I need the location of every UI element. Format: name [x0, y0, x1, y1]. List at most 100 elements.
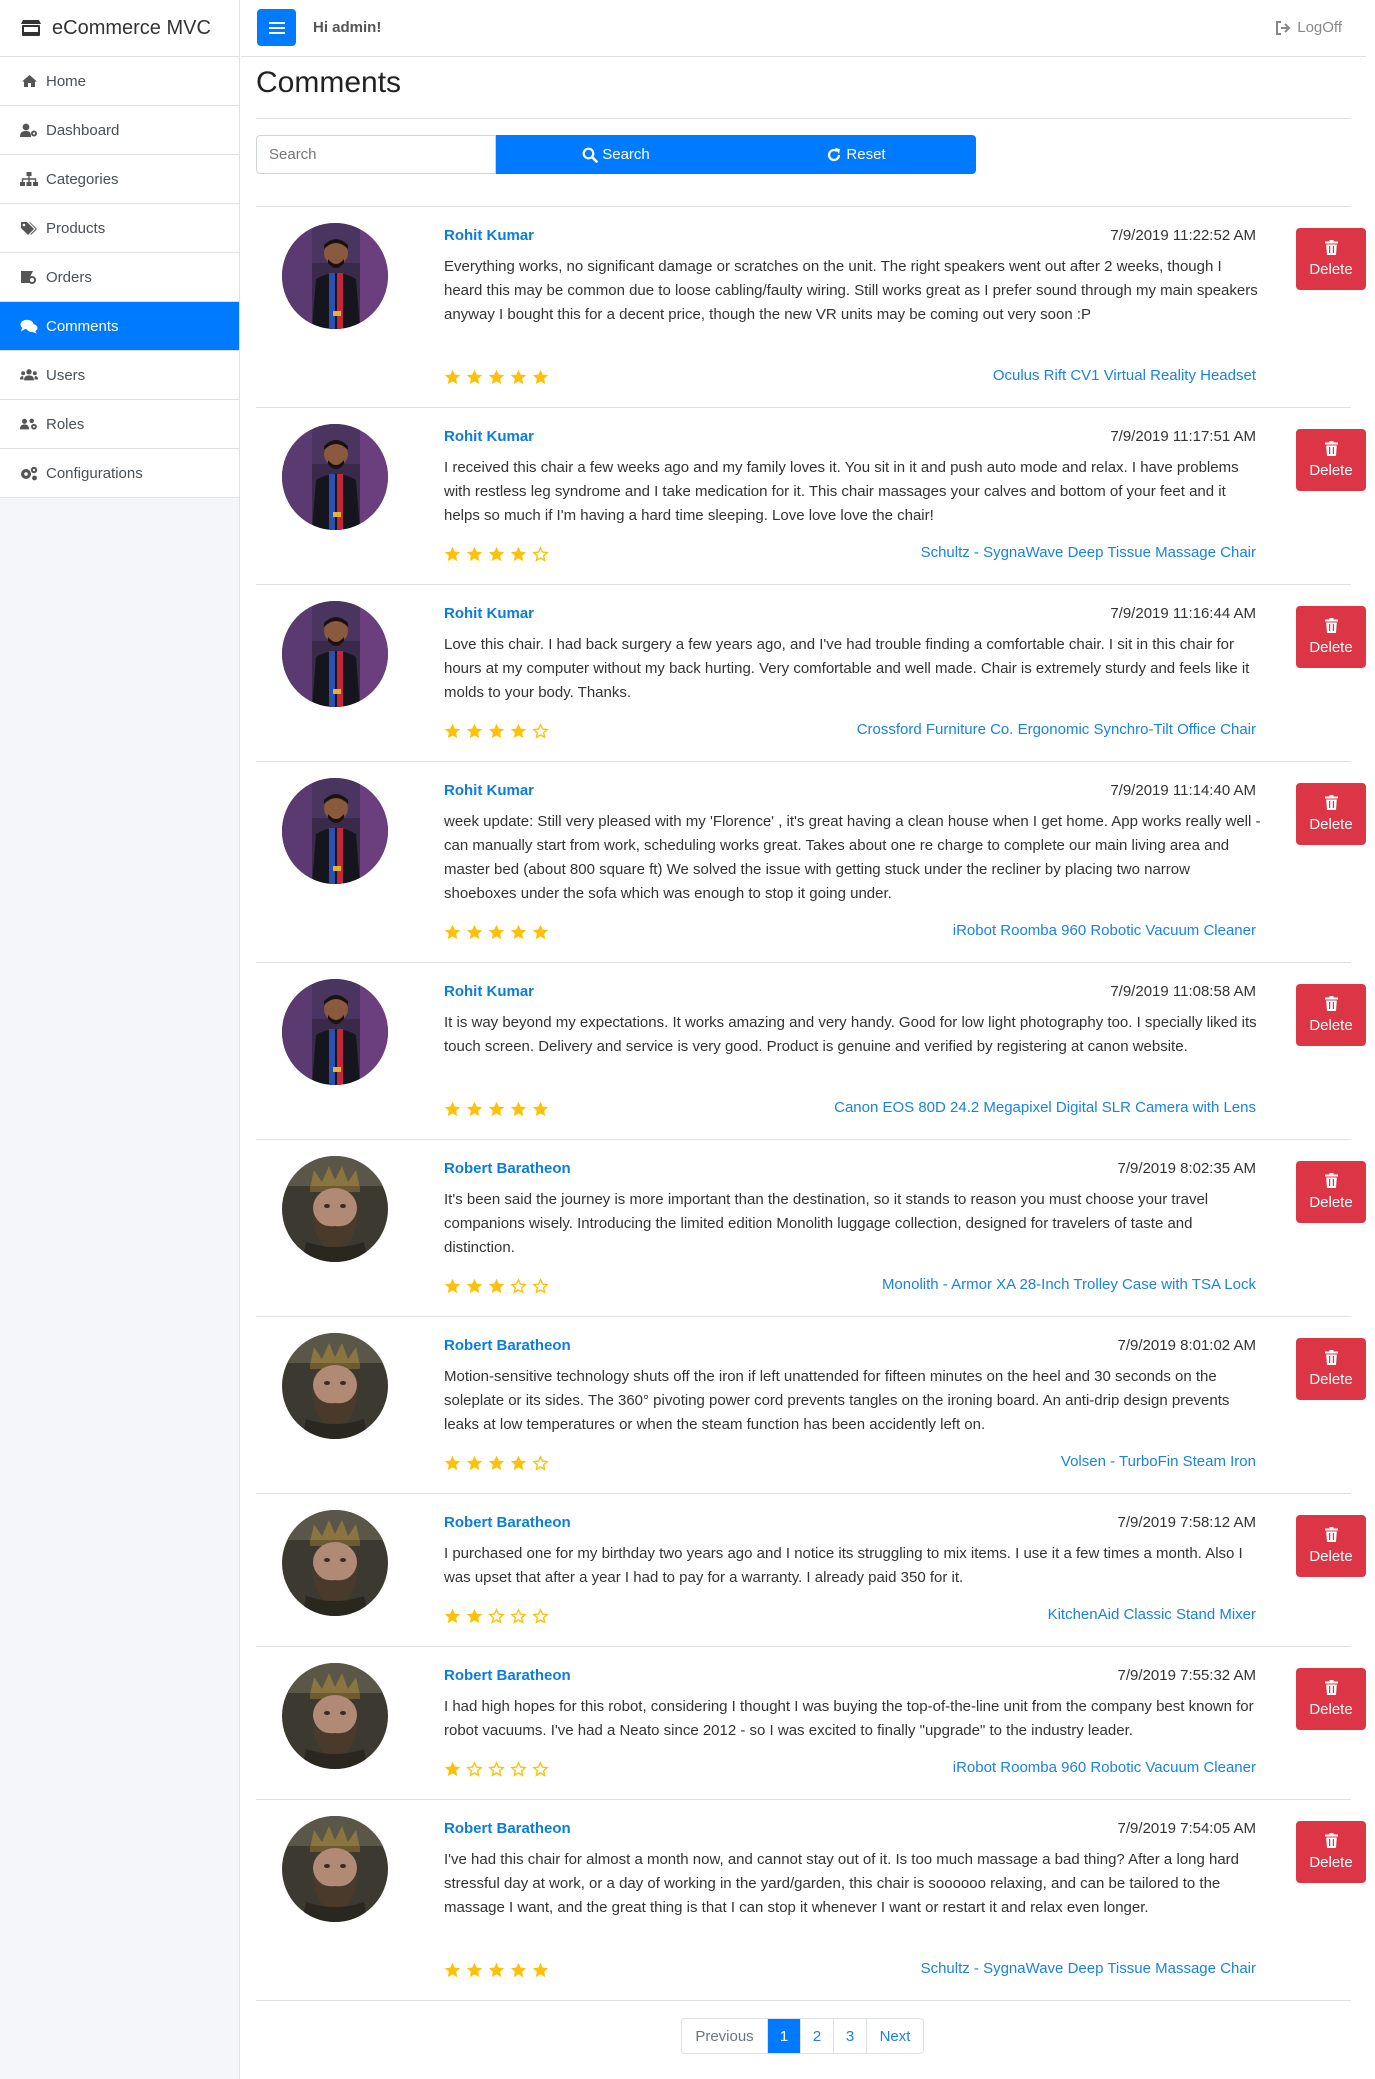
home-icon	[20, 73, 38, 89]
trash-icon	[1324, 1350, 1338, 1365]
product-link[interactable]: iRobot Roomba 960 Robotic Vacuum Cleaner	[953, 922, 1256, 939]
logoff-link[interactable]: LogOff	[1275, 19, 1342, 36]
product-link[interactable]: Schultz - SygnaWave Deep Tissue Massage …	[921, 544, 1256, 561]
star-empty-icon	[532, 546, 549, 562]
delete-button[interactable]: Delete	[1296, 783, 1366, 845]
star-filled-icon	[488, 1101, 505, 1117]
delete-button[interactable]: Delete	[1296, 228, 1366, 290]
trash-icon	[1324, 441, 1338, 456]
delete-button[interactable]: Delete	[1296, 1515, 1366, 1577]
comment-date: 7/9/2019 7:54:05 AM	[1117, 1820, 1256, 1837]
comment-date: 7/9/2019 11:22:52 AM	[1110, 227, 1256, 244]
sidebar-item-products[interactable]: Products	[0, 204, 239, 253]
star-filled-icon	[444, 1761, 461, 1777]
comment-text: It's been said the journey is more impor…	[444, 1191, 1209, 1256]
delete-button[interactable]: Delete	[1296, 1161, 1366, 1223]
comment-author[interactable]: Rohit Kumar	[444, 605, 534, 622]
sidebar-item-dashboard[interactable]: Dashboard	[0, 106, 239, 155]
search-input[interactable]	[256, 135, 496, 174]
comment-date: 7/9/2019 7:58:12 AM	[1117, 1514, 1256, 1531]
star-filled-icon	[466, 1101, 483, 1117]
product-link[interactable]: Canon EOS 80D 24.2 Megapixel Digital SLR…	[834, 1099, 1256, 1116]
star-rating	[444, 924, 554, 940]
star-empty-icon	[532, 723, 549, 739]
hamburger-icon	[268, 21, 285, 34]
star-empty-icon	[510, 1278, 527, 1294]
pagination-next[interactable]: Next	[866, 2019, 923, 2053]
pagination-page-2[interactable]: 2	[800, 2019, 833, 2053]
comment-author[interactable]: Robert Baratheon	[444, 1160, 571, 1177]
comment-text: Love this chair. I had back surgery a fe…	[444, 636, 1250, 701]
menu-toggle-button[interactable]	[257, 9, 296, 46]
sidebar-item-label: Products	[46, 219, 106, 237]
comment-text: Motion-sensitive technology shuts off th…	[444, 1368, 1230, 1433]
star-empty-icon	[532, 1278, 549, 1294]
delete-button[interactable]: Delete	[1296, 1338, 1366, 1400]
divider	[256, 118, 1351, 119]
comment-author[interactable]: Robert Baratheon	[444, 1667, 571, 1684]
delete-label: Delete	[1309, 261, 1353, 278]
pagination-page-1[interactable]: 1	[767, 2019, 800, 2053]
star-filled-icon	[466, 924, 483, 940]
star-filled-icon	[532, 924, 549, 940]
sidebar-item-categories[interactable]: Categories	[0, 155, 239, 204]
star-filled-icon	[444, 1101, 461, 1117]
pagination-page-3[interactable]: 3	[833, 2019, 866, 2053]
star-filled-icon	[488, 1278, 505, 1294]
comment-author[interactable]: Robert Baratheon	[444, 1820, 571, 1837]
search-button[interactable]: Search	[496, 135, 736, 174]
trash-icon	[1324, 1680, 1338, 1695]
comment-author[interactable]: Robert Baratheon	[444, 1514, 571, 1531]
search-icon	[582, 147, 599, 163]
star-empty-icon	[532, 1761, 549, 1777]
pagination-previous[interactable]: Previous	[682, 2019, 767, 2053]
trash-icon	[1324, 1527, 1338, 1542]
product-link[interactable]: Crossford Furniture Co. Ergonomic Synchr…	[857, 721, 1256, 738]
delete-button[interactable]: Delete	[1296, 1668, 1366, 1730]
sidebar-item-users[interactable]: Users	[0, 351, 239, 400]
delete-button[interactable]: Delete	[1296, 984, 1366, 1046]
sidebar-item-orders[interactable]: Orders	[0, 253, 239, 302]
product-link[interactable]: KitchenAid Classic Stand Mixer	[1048, 1606, 1256, 1623]
comment-author[interactable]: Robert Baratheon	[444, 1337, 571, 1354]
sidebar-item-roles[interactable]: Roles	[0, 400, 239, 449]
avatar	[282, 1663, 388, 1769]
delete-button[interactable]: Delete	[1296, 606, 1366, 668]
avatar	[282, 1156, 388, 1262]
star-filled-icon	[444, 924, 461, 940]
delete-button[interactable]: Delete	[1296, 1821, 1366, 1883]
comment-author[interactable]: Rohit Kumar	[444, 428, 534, 445]
comment-text: It is way beyond my expectations. It wor…	[444, 1014, 1257, 1055]
sitemap-icon	[20, 171, 38, 187]
brand[interactable]: eCommerce MVC	[0, 0, 239, 57]
product-link[interactable]: Monolith - Armor XA 28-Inch Trolley Case…	[882, 1276, 1256, 1293]
product-link[interactable]: iRobot Roomba 960 Robotic Vacuum Cleaner	[953, 1759, 1256, 1776]
comment-author[interactable]: Rohit Kumar	[444, 227, 534, 244]
star-filled-icon	[488, 924, 505, 940]
comment-author[interactable]: Rohit Kumar	[444, 782, 534, 799]
sidebar-item-home[interactable]: Home	[0, 57, 239, 106]
star-filled-icon	[510, 1962, 527, 1978]
sidebar-item-label: Roles	[46, 415, 85, 433]
trash-icon	[1324, 1833, 1338, 1848]
product-link[interactable]: Oculus Rift CV1 Virtual Reality Headset	[993, 367, 1256, 384]
divider	[256, 2000, 1351, 2001]
star-filled-icon	[510, 1101, 527, 1117]
star-filled-icon	[466, 1278, 483, 1294]
star-empty-icon	[488, 1761, 505, 1777]
comment-author[interactable]: Rohit Kumar	[444, 983, 534, 1000]
comment-date: 7/9/2019 11:14:40 AM	[1110, 782, 1256, 799]
product-link[interactable]: Volsen - TurboFin Steam Iron	[1061, 1453, 1256, 1470]
trash-icon	[1324, 795, 1338, 810]
delete-button[interactable]: Delete	[1296, 429, 1366, 491]
sidebar-item-comments[interactable]: Comments	[0, 302, 239, 351]
sidebar-item-label: Comments	[46, 317, 119, 335]
avatar	[282, 979, 388, 1085]
avatar	[282, 1333, 388, 1439]
reset-button[interactable]: Reset	[736, 135, 976, 174]
sidebar-item-configurations[interactable]: Configurations	[0, 449, 239, 498]
star-filled-icon	[466, 546, 483, 562]
delete-label: Delete	[1309, 1548, 1353, 1565]
star-empty-icon	[510, 1608, 527, 1624]
product-link[interactable]: Schultz - SygnaWave Deep Tissue Massage …	[921, 1960, 1256, 1977]
